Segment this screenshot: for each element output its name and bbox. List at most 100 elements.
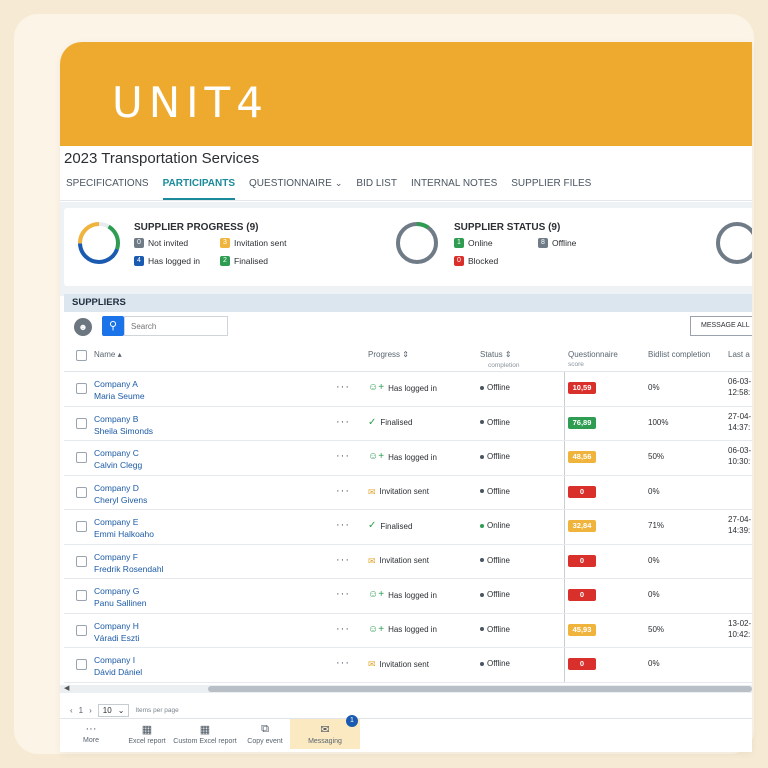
progress-cell: ✓ Finalised [368,417,412,428]
button-label: Excel report [128,738,166,745]
supplier-name-link[interactable]: Company D Cheryl Givens [94,482,147,506]
supplier-name-link[interactable]: Company E Emmi Halkoaho [94,516,154,540]
row-checkbox[interactable] [76,521,87,532]
column-bidlist[interactable]: Bidlist completion [648,350,710,359]
table-row[interactable]: Company C Calvin Clegg ··· ☺+ Has logged… [64,441,752,476]
horizontal-scrollbar[interactable]: ◀ [60,685,752,693]
tab-bid-list[interactable]: BID LIST [356,178,397,200]
next-page-icon[interactable]: › [89,706,92,715]
column-progress[interactable]: Progress ⇕ [368,350,409,359]
column-status[interactable]: Status ⇕ [480,350,512,359]
third-summary-donut [716,222,752,264]
envelope-icon: ✉ [368,486,376,497]
progress-label: Has logged in [388,383,437,393]
column-divider [564,613,565,647]
company-name[interactable]: Company D [94,483,139,493]
table-row[interactable]: Company G Panu Sallinen ··· ☺+ Has logge… [64,579,752,614]
supplier-name-link[interactable]: Company A Maria Seume [94,378,145,402]
grid-header: Name ▴ Progress ⇕ Status ⇕ completion Qu… [64,342,752,372]
pager: ‹ 1 › 10 ⌄ Items per page [70,702,179,718]
contact-name[interactable]: Cheryl Givens [94,494,147,506]
table-row[interactable]: Company I Dávid Dániel ··· ✉ Invitation … [64,648,752,683]
row-actions-icon[interactable]: ··· [336,450,350,462]
table-row[interactable]: Company A Maria Seume ··· ☺+ Has logged … [64,372,752,407]
scrollbar-thumb[interactable] [208,686,752,692]
column-last[interactable]: Last a [728,350,750,359]
status-dot-icon [480,489,484,494]
column-questionnaire-sub: score [568,361,584,368]
supplier-name-link[interactable]: Company H Váradi Eszti [94,620,139,644]
company-name[interactable]: Company A [94,379,138,389]
row-actions-icon[interactable]: ··· [336,554,350,566]
tab-supplier-files[interactable]: SUPPLIER FILES [511,178,591,200]
contact-name[interactable]: Dávid Dániel [94,666,142,678]
row-checkbox[interactable] [76,486,87,498]
row-actions-icon[interactable]: ··· [336,588,350,600]
row-actions-icon[interactable]: ··· [336,416,350,428]
progress-cell: ☺+ Has logged in [368,590,437,600]
company-name[interactable]: Company C [94,448,139,458]
contact-name[interactable]: Váradi Eszti [94,632,139,644]
message-all-button[interactable]: MESSAGE ALL [690,316,752,336]
row-actions-icon[interactable]: ··· [336,519,350,531]
scroll-left-icon[interactable]: ◀ [64,684,69,692]
tab-participants[interactable]: PARTICIPANTS [162,178,236,200]
table-row[interactable]: Company F Fredrik Rosendahl ··· ✉ Invita… [64,544,752,579]
supplier-name-link[interactable]: Company F Fredrik Rosendahl [94,551,163,575]
tab-label: SUPPLIER FILES [511,178,592,189]
row-checkbox[interactable] [76,659,87,670]
tab-internal-notes[interactable]: INTERNAL NOTES [411,178,497,200]
company-name[interactable]: Company E [94,517,138,527]
legend-blocked: 0 Blocked [454,256,498,266]
table-row[interactable]: Company D Cheryl Givens ··· ✉ Invitation… [64,475,752,510]
supplier-name-link[interactable]: Company G Panu Sallinen [94,585,146,609]
row-checkbox[interactable] [76,417,87,429]
select-all-checkbox[interactable] [76,350,87,361]
company-name[interactable]: Company B [94,414,138,424]
prev-page-icon[interactable]: ‹ [70,706,73,715]
contact-name[interactable]: Maria Seume [94,390,145,402]
bidlist-completion: 0% [648,486,660,496]
page-size-select[interactable]: 10 ⌄ [97,703,130,717]
row-actions-icon[interactable]: ··· [336,623,350,635]
row-checkbox[interactable] [76,624,87,636]
progress-label: Invitation sent [379,487,429,496]
contact-name[interactable]: Sheila Simonds [94,425,153,437]
progress-cell: ☺+ Has logged in [368,624,437,635]
company-name[interactable]: Company G [94,586,139,596]
column-questionnaire[interactable]: Questionnaire [568,350,618,359]
page-number[interactable]: 1 [79,706,83,715]
contact-name[interactable]: Emmi Halkoaho [94,528,154,540]
tab-specifications[interactable]: SPECIFICATIONS [66,178,149,200]
row-checkbox[interactable] [76,590,87,601]
status-label: Offline [487,486,510,496]
table-row[interactable]: Company B Sheila Simonds ··· ✓ Finalised… [64,406,752,441]
tab-label: QUESTIONNAIRE [249,178,332,189]
company-name[interactable]: Company H [94,621,139,631]
people-icon[interactable]: ☻ [74,318,92,336]
column-status-sub: completion [488,362,520,369]
contact-name[interactable]: Calvin Clegg [94,459,142,471]
row-actions-icon[interactable]: ··· [336,381,350,393]
row-checkbox[interactable] [76,555,87,567]
company-name[interactable]: Company F [94,552,138,562]
table-row[interactable]: Company E Emmi Halkoaho ··· ✓ Finalised … [64,510,752,545]
column-name[interactable]: Name ▴ [94,350,122,359]
row-checkbox[interactable] [76,383,87,394]
supplier-name-link[interactable]: Company B Sheila Simonds [94,413,153,437]
supplier-name-link[interactable]: Company I Dávid Dániel [94,654,142,678]
page-size-label: Items per page [135,706,179,714]
contact-name[interactable]: Panu Sallinen [94,597,146,609]
company-name[interactable]: Company I [94,655,135,665]
messaging-button[interactable]: ✉ Messaging 1 [290,715,360,749]
table-row[interactable]: Company H Váradi Eszti ··· ☺+ Has logged… [64,613,752,648]
row-actions-icon[interactable]: ··· [336,657,350,669]
supplier-name-link[interactable]: Company C Calvin Clegg [94,447,142,471]
row-actions-icon[interactable]: ··· [336,485,350,497]
search-input[interactable] [124,316,228,336]
tab-label: SPECIFICATIONS [66,178,149,189]
row-checkbox[interactable] [76,452,87,463]
search-button[interactable]: ⚲ [102,316,124,336]
tab-questionnaire[interactable]: QUESTIONNAIRE ⌄ [249,178,342,200]
contact-name[interactable]: Fredrik Rosendahl [94,563,163,575]
